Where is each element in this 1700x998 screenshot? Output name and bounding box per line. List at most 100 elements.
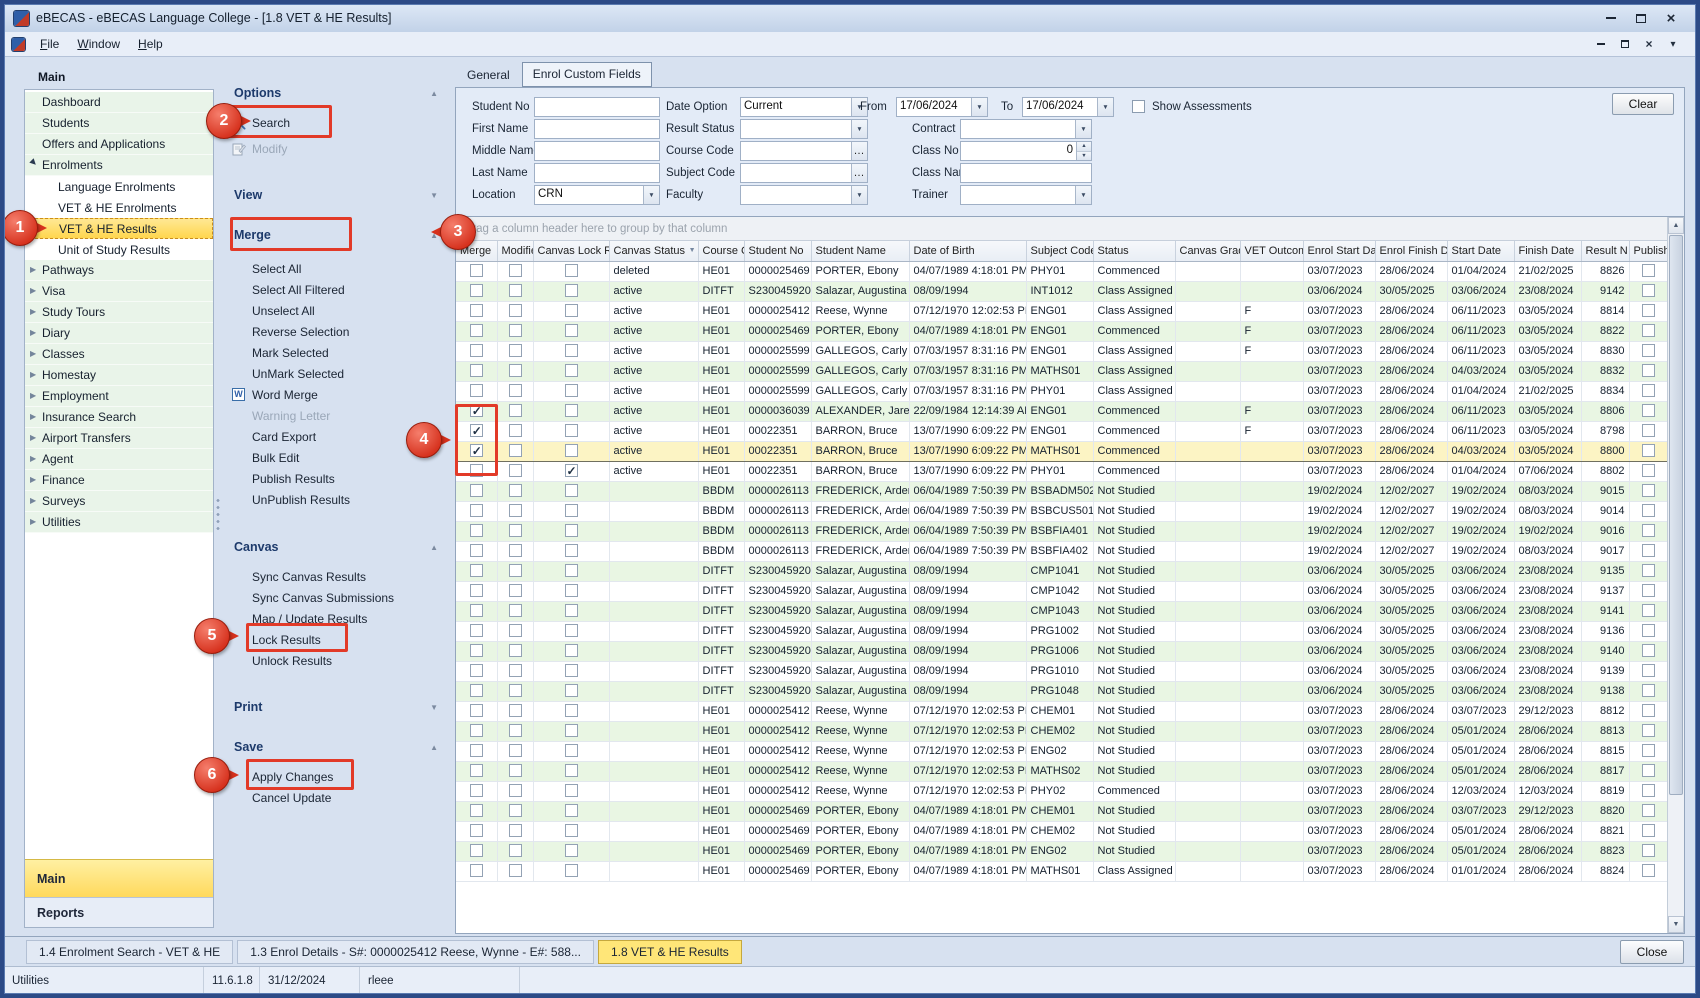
publish-checkbox[interactable] (1642, 384, 1655, 397)
publish-checkbox[interactable] (1642, 764, 1655, 777)
canvas-lock-result-checkbox[interactable] (565, 324, 578, 337)
publish-checkbox[interactable] (1642, 444, 1655, 457)
modified-checkbox[interactable] (509, 404, 522, 417)
publish-checkbox[interactable] (1642, 524, 1655, 537)
date-option-select[interactable]: Current ▼ (740, 97, 868, 117)
doc-tab-1-3-enrol-details-s-0000025412[interactable]: 1.3 Enrol Details - S#: 0000025412 Reese… (237, 940, 594, 964)
mdi-restore-button[interactable] (1616, 36, 1634, 52)
merge-checkbox[interactable] (470, 344, 483, 357)
publish-checkbox[interactable] (1642, 704, 1655, 717)
column-header-canvas-lock-result[interactable]: Canvas Lock Resul (533, 241, 609, 261)
doc-tab-1-4-enrolment-search-vet-he[interactable]: 1.4 Enrolment Search - VET & HE (26, 940, 233, 964)
sidebar-item-insurance-search[interactable]: ▶Insurance Search (25, 407, 213, 428)
sidebar-item-surveys[interactable]: ▶Surveys (25, 491, 213, 512)
merge-checkbox[interactable] (470, 524, 483, 537)
canvas-lock-result-checkbox[interactable] (565, 464, 578, 477)
merge-checkbox[interactable] (470, 564, 483, 577)
column-header-start-date[interactable]: Start Date (1447, 241, 1514, 261)
expand-icon[interactable]: ▶ (30, 413, 40, 421)
canvas-lock-result-checkbox[interactable] (565, 484, 578, 497)
modified-checkbox[interactable] (509, 444, 522, 457)
trainer-select[interactable]: ▼ (960, 185, 1092, 205)
modified-checkbox[interactable] (509, 864, 522, 877)
panel-splitter-handle[interactable] (215, 497, 221, 533)
sidebar-item-pathways[interactable]: ▶Pathways (25, 260, 213, 281)
merge-checkbox[interactable] (470, 684, 483, 697)
chevron-down-icon[interactable]: ▼ (971, 98, 987, 116)
canvas-lock-result-checkbox[interactable] (565, 664, 578, 677)
modified-checkbox[interactable] (509, 824, 522, 837)
column-header-enrol-start-date[interactable]: Enrol Start Dat (1303, 241, 1375, 261)
menu-help[interactable]: Help (129, 34, 172, 54)
scroll-up-icon[interactable]: ▲ (1668, 217, 1684, 234)
action-search[interactable]: Search (222, 110, 450, 136)
publish-checkbox[interactable] (1642, 504, 1655, 517)
grid-row[interactable]: HE010000025469PORTER, Ebony04/07/1989 4:… (456, 861, 1667, 881)
group-by-panel[interactable]: Drag a column header here to group by th… (456, 217, 1684, 241)
merge-checkbox[interactable] (470, 584, 483, 597)
grid-row[interactable]: DITFTS230045920Salazar, Augustina08/09/1… (456, 601, 1667, 621)
canvas-lock-result-checkbox[interactable] (565, 384, 578, 397)
section-header-save[interactable]: Save▲ (222, 736, 450, 758)
merge-checkbox[interactable] (470, 744, 483, 757)
section-header-merge[interactable]: Merge▲ (222, 224, 450, 246)
first-name-input[interactable] (534, 119, 660, 139)
expand-icon[interactable]: ▶ (30, 329, 40, 337)
column-header-canvas-grade[interactable]: Canvas Grad (1175, 241, 1240, 261)
section-header-print[interactable]: Print▼ (222, 696, 450, 718)
publish-checkbox[interactable] (1642, 404, 1655, 417)
publish-checkbox[interactable] (1642, 284, 1655, 297)
merge-checkbox[interactable] (470, 484, 483, 497)
canvas-lock-result-checkbox[interactable] (565, 644, 578, 657)
grid-row[interactable]: DITFTS230045920Salazar, Augustina08/09/1… (456, 581, 1667, 601)
modified-checkbox[interactable] (509, 324, 522, 337)
clear-button[interactable]: Clear (1612, 93, 1674, 115)
publish-checkbox[interactable] (1642, 304, 1655, 317)
expand-icon[interactable]: ▶ (30, 287, 40, 295)
sidebar-item-vet-he-enrolments[interactable]: VET & HE Enrolments (25, 197, 213, 218)
merge-checkbox[interactable] (470, 504, 483, 517)
faculty-select[interactable]: ▼ (740, 185, 868, 205)
chevron-down-icon[interactable]: ▼ (1075, 120, 1091, 138)
modified-checkbox[interactable] (509, 624, 522, 637)
modified-checkbox[interactable] (509, 344, 522, 357)
merge-checkbox[interactable] (470, 404, 483, 417)
action-unmark-selected[interactable]: UnMark Selected (222, 363, 450, 384)
section-header-canvas[interactable]: Canvas▲ (222, 536, 450, 558)
action-reverse-selection[interactable]: Reverse Selection (222, 321, 450, 342)
publish-checkbox[interactable] (1642, 544, 1655, 557)
sidebar-item-utilities[interactable]: ▶Utilities (25, 512, 213, 533)
canvas-lock-result-checkbox[interactable] (565, 504, 578, 517)
sidebar-item-agent[interactable]: ▶Agent (25, 449, 213, 470)
modified-checkbox[interactable] (509, 364, 522, 377)
column-header-student-no[interactable]: Student No (744, 241, 811, 261)
canvas-lock-result-checkbox[interactable] (565, 784, 578, 797)
merge-checkbox[interactable] (470, 604, 483, 617)
publish-checkbox[interactable] (1642, 564, 1655, 577)
sidebar-item-language-enrolments[interactable]: Language Enrolments (25, 176, 213, 197)
grid-row[interactable]: HE010000025412Reese, Wynne07/12/1970 12:… (456, 741, 1667, 761)
merge-checkbox[interactable] (470, 304, 483, 317)
canvas-lock-result-checkbox[interactable] (565, 444, 578, 457)
grid-row[interactable]: DITFTS230045920Salazar, Augustina08/09/1… (456, 641, 1667, 661)
publish-checkbox[interactable] (1642, 824, 1655, 837)
merge-checkbox[interactable] (470, 384, 483, 397)
grid-row[interactable]: activeHE0100022351BARRON, Bruce13/07/199… (456, 441, 1667, 461)
modified-checkbox[interactable] (509, 644, 522, 657)
merge-checkbox[interactable] (470, 364, 483, 377)
grid-row[interactable]: activeHE010000025412Reese, Wynne07/12/19… (456, 301, 1667, 321)
action-bulk-edit[interactable]: Bulk Edit (222, 447, 450, 468)
grid-row[interactable]: activeHE0100022351BARRON, Bruce13/07/199… (456, 421, 1667, 441)
publish-checkbox[interactable] (1642, 644, 1655, 657)
subject-code-picker[interactable]: … (740, 163, 868, 183)
modified-checkbox[interactable] (509, 484, 522, 497)
modified-checkbox[interactable] (509, 504, 522, 517)
modified-checkbox[interactable] (509, 844, 522, 857)
column-header-result-no[interactable]: Result N (1581, 241, 1629, 261)
action-sync-canvas-results[interactable]: Sync Canvas Results (222, 566, 450, 587)
sidebar-item-diary[interactable]: ▶Diary (25, 323, 213, 344)
modified-checkbox[interactable] (509, 544, 522, 557)
publish-checkbox[interactable] (1642, 424, 1655, 437)
modified-checkbox[interactable] (509, 784, 522, 797)
publish-checkbox[interactable] (1642, 364, 1655, 377)
